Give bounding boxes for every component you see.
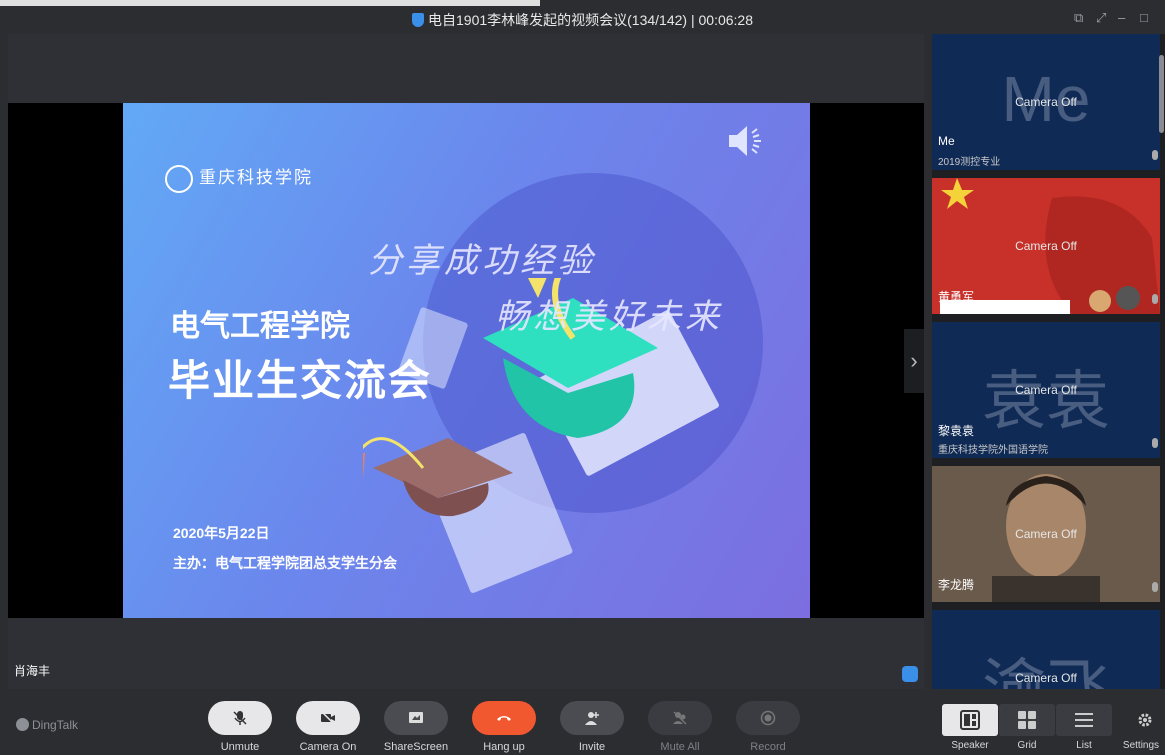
participant-name: 李龙腾 (938, 578, 975, 592)
camera-status: Camera Off (1015, 239, 1077, 253)
mic-icon (1152, 438, 1158, 448)
dingtalk-logo-icon (16, 718, 29, 731)
share-screen-button[interactable] (384, 701, 448, 735)
fullscreen-icon[interactable]: ⤢ (1096, 10, 1106, 26)
meeting-toolbar: DingTalk Unmute Camera On ShareScreen Ha… (0, 689, 1165, 755)
maximize-icon[interactable]: □ (1140, 10, 1148, 25)
presenter-name: 肖海丰 (14, 664, 51, 678)
meeting-timer: 00:06:28 (698, 12, 754, 28)
camera-off-icon (321, 711, 335, 725)
mic-off-icon (233, 711, 247, 725)
participant-name: 黄勇军 (938, 290, 975, 304)
speaker-view-label: Speaker (951, 740, 989, 751)
title-bar: 电自1901李林峰发起的视频会议(134/142) | 00:06:28 ⧉ ⤢… (0, 0, 1165, 34)
panel-scrollbar[interactable] (1159, 55, 1164, 133)
slide-date: 2020年5月22日 (173, 525, 270, 541)
meeting-title: 电自1901李林峰发起的视频会议(134/142) | 00:06:28 (0, 10, 1165, 30)
invite-button[interactable] (560, 701, 624, 735)
unmute-button[interactable] (208, 701, 272, 735)
hang-up-button[interactable] (472, 701, 536, 735)
participant-subtitle: 重庆科技学院外国语学院 (938, 445, 1048, 456)
camera-status: Camera Off (1015, 383, 1077, 397)
lock-icon (412, 13, 424, 27)
record-label: Record (750, 741, 786, 753)
list-icon (1075, 713, 1093, 727)
add-person-icon (585, 712, 599, 725)
phone-hangup-icon (497, 716, 511, 721)
participant-subtitle: 2019测控专业 (938, 157, 1001, 168)
list-view-label: List (1076, 740, 1092, 751)
popout-icon[interactable]: ⧉ (1074, 10, 1083, 26)
screen-share-view: 重庆科技学院 分享成功经验 畅想美好未来 电气工程学院 毕业生交流会 2020年… (8, 103, 924, 618)
grid-icon (1018, 711, 1036, 729)
camera-on-label: Camera On (299, 741, 357, 753)
mic-icon (1152, 582, 1158, 592)
hang-up-label: Hang up (483, 741, 525, 753)
grid-view-button[interactable] (999, 704, 1055, 736)
speaker-layout-icon (960, 710, 980, 730)
list-view-button[interactable] (1056, 704, 1112, 736)
camera-on-button[interactable] (296, 701, 360, 735)
calligraphy-line1: 分享成功经验 (368, 241, 596, 281)
chat-icon[interactable] (902, 666, 918, 682)
record-button[interactable] (736, 701, 800, 735)
participant-name: Me (938, 134, 955, 148)
chevron-right-icon[interactable]: › (904, 329, 924, 393)
app-brand: DingTalk (16, 718, 78, 732)
participant-name: 黎袁袁 (938, 424, 975, 438)
participant-panel: Me Camera Off Me 2019测控专业 Camera Off 黄勇军… (932, 34, 1165, 689)
participant-tile[interactable]: 袁袁 Camera Off 黎袁袁 重庆科技学院外国语学院 (932, 322, 1160, 458)
record-icon (760, 710, 776, 726)
settings-label: Settings (1122, 740, 1160, 751)
slide-host: 主办：电气工程学院团总支学生分会 (173, 555, 397, 571)
camera-status: Camera Off (1015, 95, 1077, 109)
invite-label: Invite (578, 741, 606, 753)
screen-share-icon (409, 712, 423, 723)
minimize-icon[interactable]: – (1118, 10, 1125, 25)
speaker-view-button[interactable] (942, 704, 998, 736)
participant-tile[interactable]: Camera Off 李龙腾 (932, 466, 1160, 602)
calligraphy-line2: 畅想美好未来 (495, 297, 723, 337)
unmute-label: Unmute (220, 741, 260, 753)
settings-gear-icon[interactable] (1137, 712, 1153, 728)
share-screen-label: ShareScreen (383, 741, 449, 753)
main-stage: 重庆科技学院 分享成功经验 畅想美好未来 电气工程学院 毕业生交流会 2020年… (8, 34, 924, 689)
graduation-cap-brown-icon (363, 437, 513, 517)
slide-heading-line1: 电气工程学院 (170, 310, 350, 343)
participant-tile[interactable]: Me Camera Off Me 2019测控专业 (932, 34, 1160, 170)
mute-all-button[interactable] (648, 701, 712, 735)
camera-status: Camera Off (1015, 527, 1077, 541)
participant-tile[interactable]: 渝飞 Camera Off (932, 610, 1160, 689)
university-emblem-icon (165, 164, 193, 193)
grid-view-label: Grid (1017, 740, 1037, 751)
participant-tile[interactable]: Camera Off 黄勇军 (932, 178, 1160, 314)
background-window-strip (0, 0, 540, 6)
camera-status: Camera Off (1015, 671, 1077, 685)
university-logo: 重庆科技学院 (165, 163, 313, 193)
mute-all-label: Mute All (660, 741, 700, 753)
mute-all-icon (673, 711, 687, 725)
speaker-icon (729, 126, 761, 156)
mic-icon (1152, 150, 1158, 160)
presentation-slide: 重庆科技学院 分享成功经验 畅想美好未来 电气工程学院 毕业生交流会 2020年… (123, 103, 810, 618)
mic-icon (1152, 294, 1158, 304)
slide-heading-line2: 毕业生交流会 (168, 357, 433, 404)
